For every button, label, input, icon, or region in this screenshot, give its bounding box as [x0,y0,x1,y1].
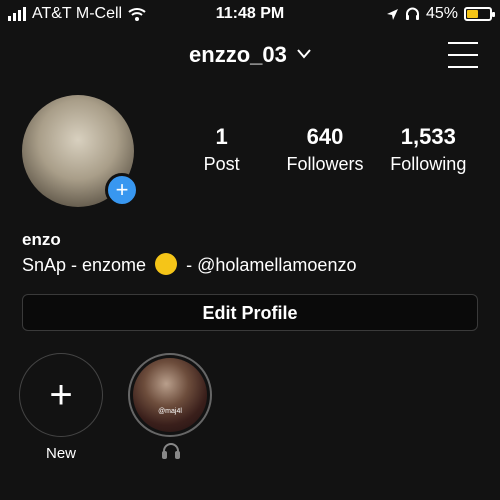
bio-mention[interactable]: - @holamellamoenzo [186,255,356,275]
stat-followers[interactable]: 640 Followers [273,124,376,175]
stat-value: 1,533 [400,124,456,149]
battery-percent: 45% [425,5,458,22]
profile-name: enzo [22,230,61,249]
stat-posts[interactable]: 1 Post [170,124,273,175]
stat-label: Following [390,154,467,174]
highlight-new[interactable]: + New [19,353,103,462]
story-highlight-image: @maj4l [133,358,207,432]
new-highlight-circle[interactable]: + [19,353,103,437]
add-story-button[interactable]: + [105,173,139,207]
stat-value: 640 [306,124,344,149]
stat-value: 1 [215,124,228,149]
story-image-tag: @maj4l [158,408,182,415]
battery-icon [464,7,495,21]
account-switcher[interactable]: enzzo_03 [0,42,500,68]
story-highlight-ring[interactable]: @maj4l [128,353,212,437]
profile-avatar-container[interactable]: + [22,95,139,207]
shushing-face-emoji-icon [155,253,178,275]
profile-header: enzzo_03 [0,40,500,74]
highlight-story[interactable]: @maj4l [128,353,214,459]
stat-following[interactable]: 1,533 Following [377,124,480,175]
highlight-label: New [45,445,76,462]
location-arrow-icon [386,8,398,20]
edit-profile-button[interactable]: Edit Profile [22,294,478,331]
headphones-icon [405,7,419,20]
hamburger-menu-icon[interactable] [448,42,478,68]
stat-label: Followers [286,154,364,174]
bio-text: SnAp - enzome [22,255,147,275]
username-label: enzzo_03 [189,42,287,67]
status-bar: AT&T M-Cell 11:48 PM 45% [0,0,500,30]
plus-icon: + [115,177,129,202]
chevron-down-icon [297,49,311,59]
stat-label: Post [203,154,240,174]
profile-stats: 1 Post 640 Followers 1,533 Following [170,124,480,175]
profile-bio: SnAp - enzome - @holamellamoenzo [22,253,356,276]
plus-icon: + [49,372,73,417]
headphones-icon [161,443,181,459]
